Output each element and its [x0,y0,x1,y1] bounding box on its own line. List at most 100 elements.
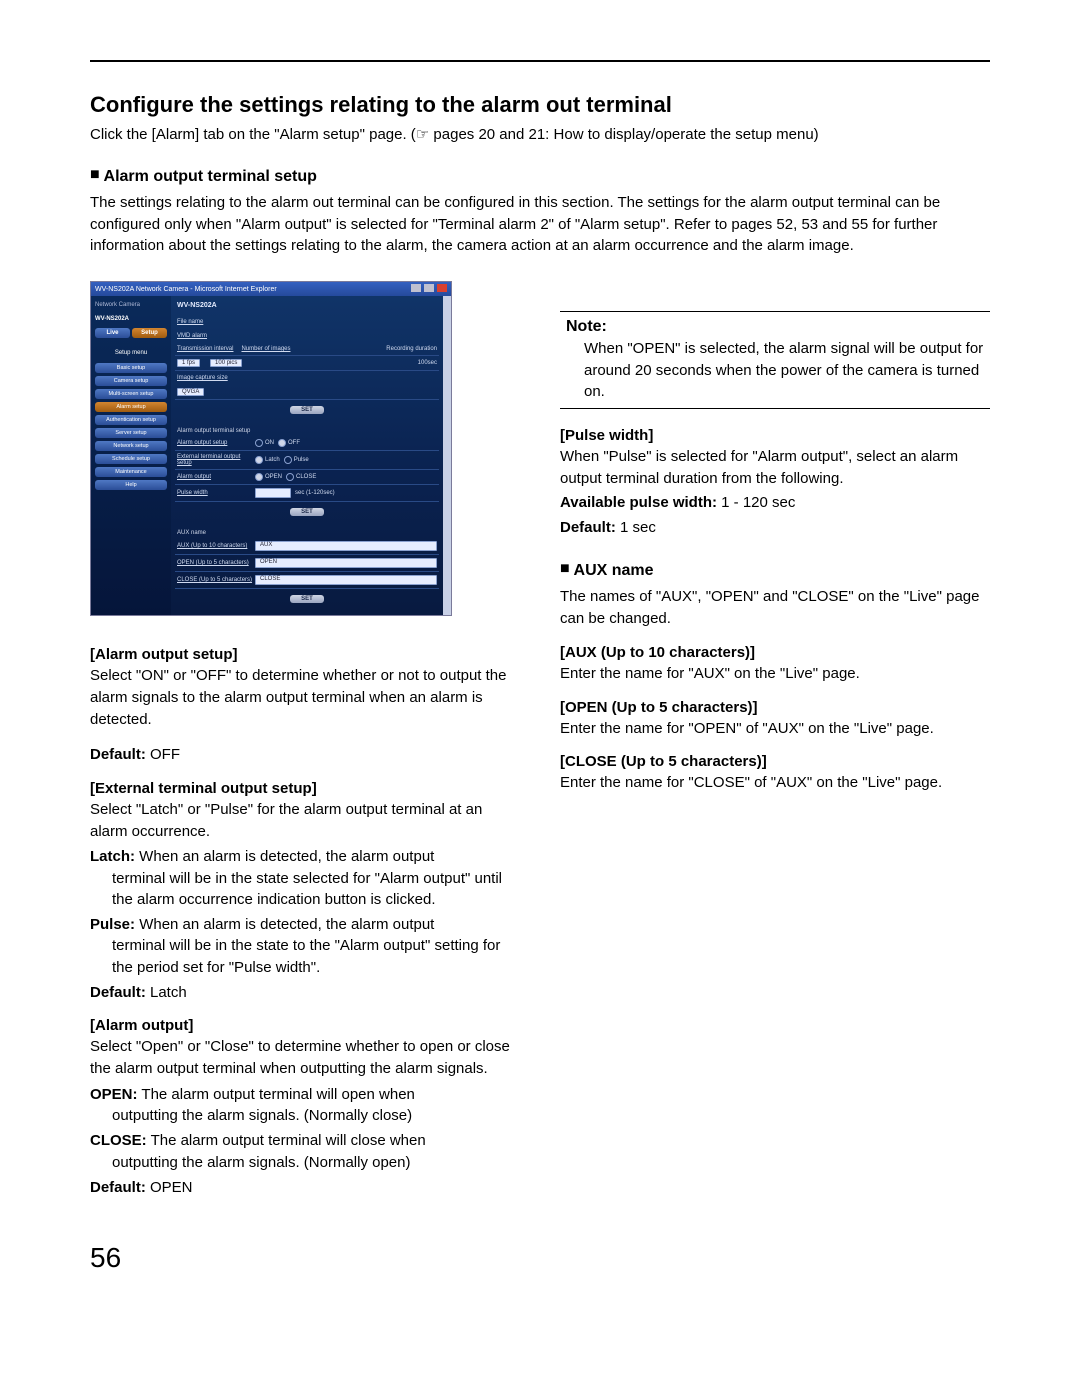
head-alarm-output: [Alarm output] [90,1017,520,1034]
link-image-capture-size[interactable]: Image capture size [175,371,439,385]
menu-basic-setup[interactable]: Basic setup [95,363,167,373]
input-open-name[interactable]: OPEN [255,558,437,568]
head-aux-field: [AUX (Up to 10 characters)] [560,644,990,661]
label-close-name: CLOSE (Up to 5 characters) [177,577,255,583]
row-transmission: Transmission interval Number of images R… [175,343,439,356]
select-interval[interactable]: 1 fps [177,359,200,367]
page-top-rule [90,60,990,62]
nav-setup-button[interactable]: Setup [132,328,167,338]
unit-pulse-width: sec (1-120sec) [295,490,335,496]
note-body: When "OPEN" is selected, the alarm signa… [584,338,984,402]
section-aux-name: ■ AUX name [560,562,990,580]
default-alarm-output: Default: OPEN [90,1177,520,1198]
head-pulse-width: [Pulse width] [560,427,990,444]
text-close-field: Enter the name for "CLOSE" of "AUX" on t… [560,772,990,794]
radio-open[interactable]: OPEN [255,473,282,481]
label-open-name: OPEN (Up to 5 characters) [177,560,255,566]
head-open-field: [OPEN (Up to 5 characters)] [560,699,990,716]
menu-authentication-setup[interactable]: Authentication setup [95,415,167,425]
radio-latch[interactable]: Latch [255,456,280,464]
row-alarm-output: Alarm output OPEN CLOSE [175,470,439,485]
def-open: OPEN: The alarm output terminal will ope… [90,1084,520,1127]
group-alarm-output-terminal: Alarm output terminal setup [175,422,439,436]
def-latch: Latch: When an alarm is detected, the al… [90,846,520,910]
maximize-icon[interactable] [424,284,434,292]
select-capsize[interactable]: QVGA [177,388,204,396]
menu-alarm-setup[interactable]: Alarm setup [95,402,167,412]
row-alarm-output-setup: Alarm output setup ON OFF [175,436,439,451]
default-alarm-output-setup: Default: OFF [90,744,520,765]
radio-on[interactable]: ON [255,439,274,447]
menu-camera-setup[interactable]: Camera setup [95,376,167,386]
radio-close[interactable]: CLOSE [286,473,316,481]
sidebar-model-label: Network Camera [95,300,167,314]
menu-multiscreen-setup[interactable]: Multi-screen setup [95,389,167,399]
row-capsize: QVGA [175,385,439,400]
radio-pulse[interactable]: Pulse [284,456,309,464]
set-button-3[interactable]: SET [290,595,324,603]
note-box: Note: When "OPEN" is selected, the alarm… [560,311,990,409]
text-alarm-output-setup: Select "ON" or "OFF" to determine whethe… [90,665,520,730]
section-title-text: Alarm output terminal setup [104,168,317,185]
menu-network-setup[interactable]: Network setup [95,441,167,451]
menu-server-setup[interactable]: Server setup [95,428,167,438]
text-pulse-width: When "Pulse" is selected for "Alarm outp… [560,446,990,490]
row-transmission-vals: 1 fps 100 pics 100sec [175,356,439,371]
window-buttons [410,284,447,294]
window-title: WV-NS202A Network Camera - Microsoft Int… [95,286,277,293]
label-ext-terminal: External terminal output setup [177,454,255,466]
def-pulse: Pulse: When an alarm is detected, the al… [90,914,520,978]
link-file-name[interactable]: File name [175,315,439,329]
input-pulse-width[interactable] [255,488,291,498]
select-numimages[interactable]: 100 pics [210,359,242,367]
nav-live-button[interactable]: Live [95,328,130,338]
row-ext-terminal: External terminal output setup Latch Pul… [175,451,439,470]
row-aux-name: AUX (Up to 10 characters) AUX [175,538,439,555]
minimize-icon[interactable] [411,284,421,292]
label-numimages: Number of images [241,346,290,352]
menu-help[interactable]: Help [95,480,167,490]
page-number: 56 [90,1242,990,1274]
sidebar-model: WV-NS202A [95,314,167,328]
set-button-2[interactable]: SET [290,508,324,516]
available-pulse-width: Available pulse width: 1 - 120 sec [560,492,990,513]
def-close: CLOSE: The alarm output terminal will cl… [90,1130,520,1173]
set-button-1[interactable]: SET [290,406,324,414]
window-titlebar: WV-NS202A Network Camera - Microsoft Int… [91,282,451,296]
note-label: Note: [566,318,607,335]
square-icon: ■ [560,560,570,578]
link-vmd-alarm[interactable]: VMD alarm [175,329,439,343]
input-aux-name[interactable]: AUX [255,541,437,551]
text-alarm-output: Select "Open" or "Close" to determine wh… [90,1036,520,1080]
text-aux-name: The names of "AUX", "OPEN" and "CLOSE" o… [560,586,990,630]
label-alarm-output: Alarm output [177,474,255,480]
instruction-text: Click the [Alarm] tab on the "Alarm setu… [90,124,990,146]
row-pulse-width: Pulse width sec (1-120sec) [175,485,439,502]
main-panel: WV-NS202A File name VMD alarm Transmissi… [171,296,443,615]
square-icon: ■ [90,166,100,184]
section-aux-name-title: AUX name [574,562,654,579]
text-aux-field: Enter the name for "AUX" on the "Live" p… [560,663,990,685]
head-close-field: [CLOSE (Up to 5 characters)] [560,753,990,770]
page-title: Configure the settings relating to the a… [90,92,990,118]
head-alarm-output-setup: [Alarm output setup] [90,646,520,663]
scrollbar[interactable] [443,296,451,615]
close-icon[interactable] [437,284,447,292]
head-ext-terminal: [External terminal output setup] [90,780,520,797]
label-recdur: Recording duration [386,346,437,352]
radio-off[interactable]: OFF [278,439,300,447]
menu-schedule-setup[interactable]: Schedule setup [95,454,167,464]
label-transmission: Transmission interval [177,346,233,352]
panel-title: WV-NS202A [175,300,439,315]
section-alarm-output-terminal: ■ Alarm output terminal setup [90,168,990,186]
row-open-name: OPEN (Up to 5 characters) OPEN [175,555,439,572]
menu-maintenance[interactable]: Maintenance [95,467,167,477]
row-close-name: CLOSE (Up to 5 characters) CLOSE [175,572,439,589]
section-body: The settings relating to the alarm out t… [90,192,990,257]
label-pulse-width: Pulse width [177,490,255,496]
setup-menu-label: Setup menu [95,346,167,360]
input-close-name[interactable]: CLOSE [255,575,437,585]
label-alarm-output-setup: Alarm output setup [177,440,255,446]
value-recdur: 100sec [418,360,437,366]
text-ext-terminal: Select "Latch" or "Pulse" for the alarm … [90,799,520,843]
